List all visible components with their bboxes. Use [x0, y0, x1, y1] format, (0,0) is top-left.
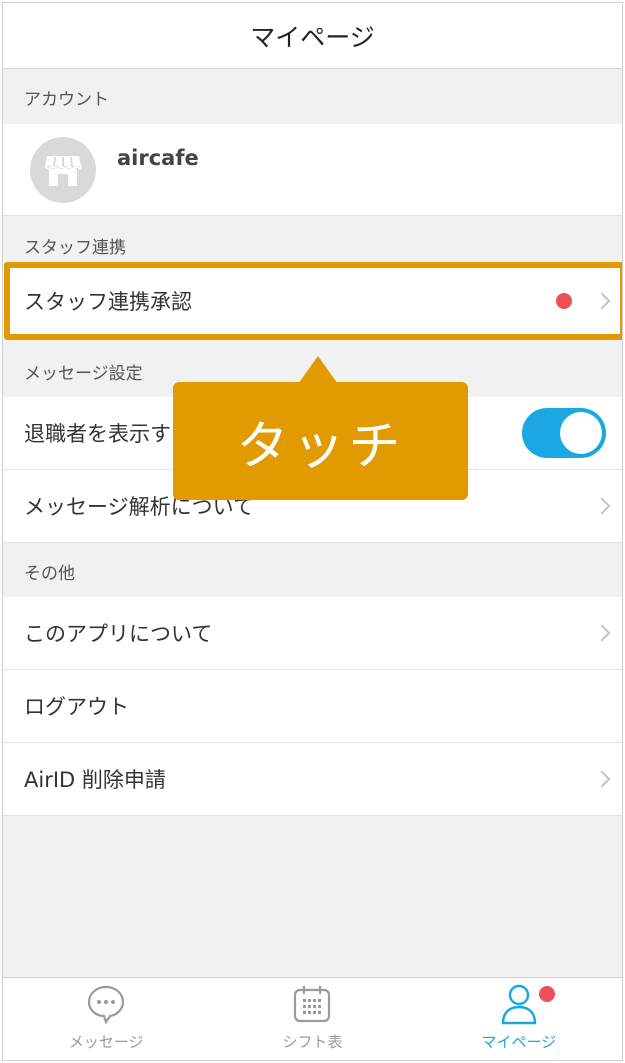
tab-message[interactable]: メッセージ	[3, 978, 209, 1060]
show-retired-toggle[interactable]	[522, 408, 606, 458]
chat-bubble-icon	[86, 983, 126, 1025]
section-label-staff: スタッフ連携	[24, 238, 126, 258]
store-icon	[30, 136, 96, 203]
logout-row[interactable]: ログアウト	[3, 670, 622, 743]
tab-shift-label: シフト表	[282, 1033, 343, 1051]
person-icon	[499, 983, 539, 1025]
notification-dot	[538, 986, 555, 1002]
show-retired-label: 退職者を表示す	[24, 422, 171, 446]
tab-message-label: メッセージ	[68, 1033, 144, 1051]
tab-bar: メッセージ シフト表 マイページ	[3, 977, 622, 1060]
airid-delete-label: AirID 削除申請	[24, 768, 166, 792]
airid-delete-row[interactable]: AirID 削除申請	[3, 743, 622, 816]
about-app-label: このアプリについて	[24, 622, 213, 646]
logout-label: ログアウト	[24, 695, 129, 719]
touch-callout: タッチ	[173, 382, 468, 500]
chevron-right-icon	[593, 292, 611, 310]
page-title-text: マイページ	[250, 22, 375, 52]
app-screen: マイページ アカウント aircafe スタッフ連携 スタッフ連携承認 メッセー…	[2, 2, 623, 1061]
account-name: aircafe	[117, 146, 199, 170]
chevron-right-icon	[593, 497, 611, 515]
tab-shift[interactable]: シフト表	[209, 978, 415, 1060]
notification-dot	[556, 293, 572, 309]
callout-arrow	[298, 356, 338, 384]
staff-approval-row[interactable]: スタッフ連携承認	[3, 267, 622, 336]
callout-text: タッチ	[236, 416, 405, 477]
section-label-other: その他	[24, 564, 75, 584]
tab-mypage-label: マイページ	[481, 1033, 557, 1051]
toggle-knob	[560, 412, 602, 454]
page-title: マイページ	[3, 3, 622, 69]
account-row[interactable]: aircafe	[3, 124, 622, 216]
calendar-icon	[292, 983, 332, 1025]
chevron-right-icon	[593, 770, 611, 788]
about-app-row[interactable]: このアプリについて	[3, 597, 622, 670]
staff-approval-label: スタッフ連携承認	[24, 290, 192, 314]
section-label-account: アカウント	[24, 90, 109, 110]
chevron-right-icon	[593, 624, 611, 642]
tab-mypage[interactable]: マイページ	[416, 978, 622, 1060]
